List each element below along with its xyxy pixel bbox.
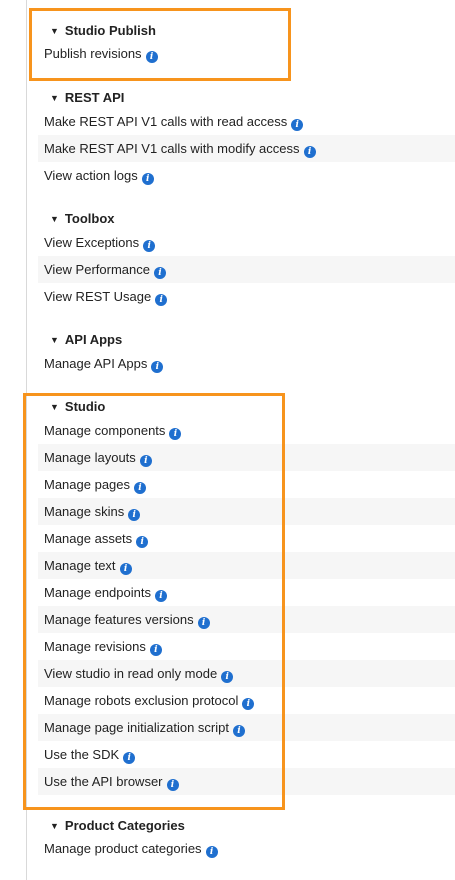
permission-label: Manage product categories	[44, 841, 202, 856]
permission-label: View Exceptions	[44, 235, 140, 250]
permission-label: View REST Usage	[44, 289, 152, 304]
section-header-rest-api[interactable]: ▼ REST API	[50, 88, 124, 108]
section-title: API Apps	[64, 332, 123, 347]
permission-row: View Performance i	[38, 256, 455, 283]
section-header-product-categories[interactable]: ▼ Product Categories	[50, 816, 185, 836]
permission-label: Make REST API V1 calls with read access	[44, 114, 288, 129]
permission-row: View action logs i	[38, 162, 455, 189]
section-header-toolbox[interactable]: ▼ Toolbox	[50, 209, 115, 229]
section-header-api-apps[interactable]: ▼ API Apps	[50, 330, 122, 350]
triangle-down-icon: ▼	[50, 93, 59, 103]
info-icon[interactable]: i	[303, 146, 316, 158]
info-icon[interactable]: i	[143, 240, 156, 252]
triangle-down-icon: ▼	[50, 214, 59, 224]
permission-row: View Exceptions i	[38, 229, 455, 256]
section-title: Toolbox	[64, 211, 115, 226]
permission-row: Make REST API V1 calls with read access i	[38, 108, 455, 135]
permission-row: Manage product categories i	[38, 835, 455, 862]
info-icon[interactable]: i	[155, 294, 168, 306]
info-icon[interactable]: i	[205, 846, 218, 858]
permission-label: Manage API Apps	[44, 356, 148, 371]
permission-row: View REST Usage i	[38, 283, 455, 310]
highlight-box	[29, 8, 291, 81]
permission-label: View action logs	[44, 168, 138, 183]
section-title: Product Categories	[64, 818, 185, 833]
permission-label: View Performance	[44, 262, 150, 277]
triangle-down-icon: ▼	[50, 821, 59, 831]
info-icon[interactable]: i	[151, 361, 164, 373]
section-title: REST API	[64, 90, 125, 105]
highlight-box	[23, 393, 285, 810]
info-icon[interactable]: i	[291, 119, 304, 131]
triangle-down-icon: ▼	[50, 335, 59, 345]
info-icon[interactable]: i	[153, 267, 166, 279]
info-icon[interactable]: i	[141, 173, 154, 185]
permissions-panel: ▼ Studio Publish Publish revisions i ▼ REST…	[0, 0, 455, 880]
permission-row: Make REST API V1 calls with modify acces…	[38, 135, 455, 162]
permission-label: Make REST API V1 calls with modify acces…	[44, 141, 300, 156]
permission-row: Manage API Apps i	[38, 350, 455, 377]
